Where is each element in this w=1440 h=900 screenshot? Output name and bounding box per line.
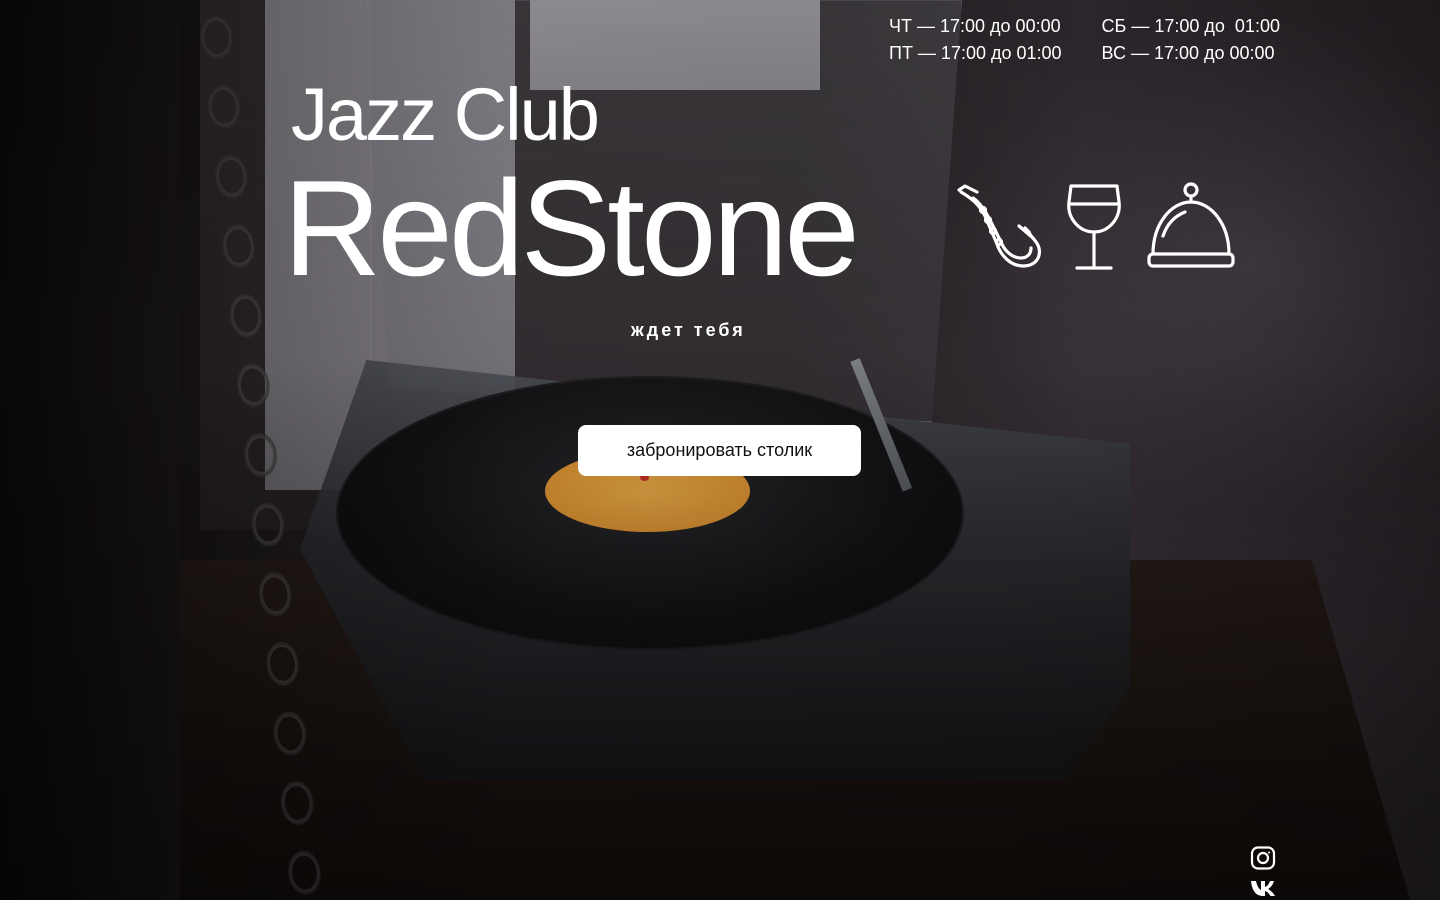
saxophone-icon	[955, 182, 1043, 272]
club-title: RedStone	[283, 152, 860, 304]
hours-column-2: СБ — 17:00 до 01:00 ВС — 17:00 до 00:00	[1102, 13, 1280, 67]
tagline: ждет тебя	[631, 320, 746, 340]
opening-hours: ЧТ — 17:00 до 00:00 ПТ — 17:00 до 01:00 …	[889, 13, 1280, 67]
feature-icons	[955, 180, 1237, 272]
wine-glass-icon	[1065, 182, 1123, 272]
book-table-button[interactable]: забронировать столик	[578, 425, 861, 476]
instagram-icon[interactable]	[1250, 846, 1276, 875]
club-subtitle: Jazz Club	[291, 73, 600, 156]
hours-saturday: СБ — 17:00 до 01:00	[1101, 16, 1280, 36]
vk-icon[interactable]	[1250, 879, 1276, 900]
hours-sunday: ВС — 17:00 до 00:00	[1101, 43, 1275, 63]
hours-friday: ПТ — 17:00 до 01:00	[889, 43, 1062, 63]
cloche-icon	[1145, 180, 1237, 272]
social-links	[1250, 846, 1276, 900]
hero-section: ЧТ — 17:00 до 00:00 ПТ — 17:00 до 01:00 …	[0, 0, 1440, 900]
hours-thursday: ЧТ — 17:00 до 00:00	[889, 16, 1061, 36]
hours-column-1: ЧТ — 17:00 до 00:00 ПТ — 17:00 до 01:00	[889, 13, 1062, 67]
